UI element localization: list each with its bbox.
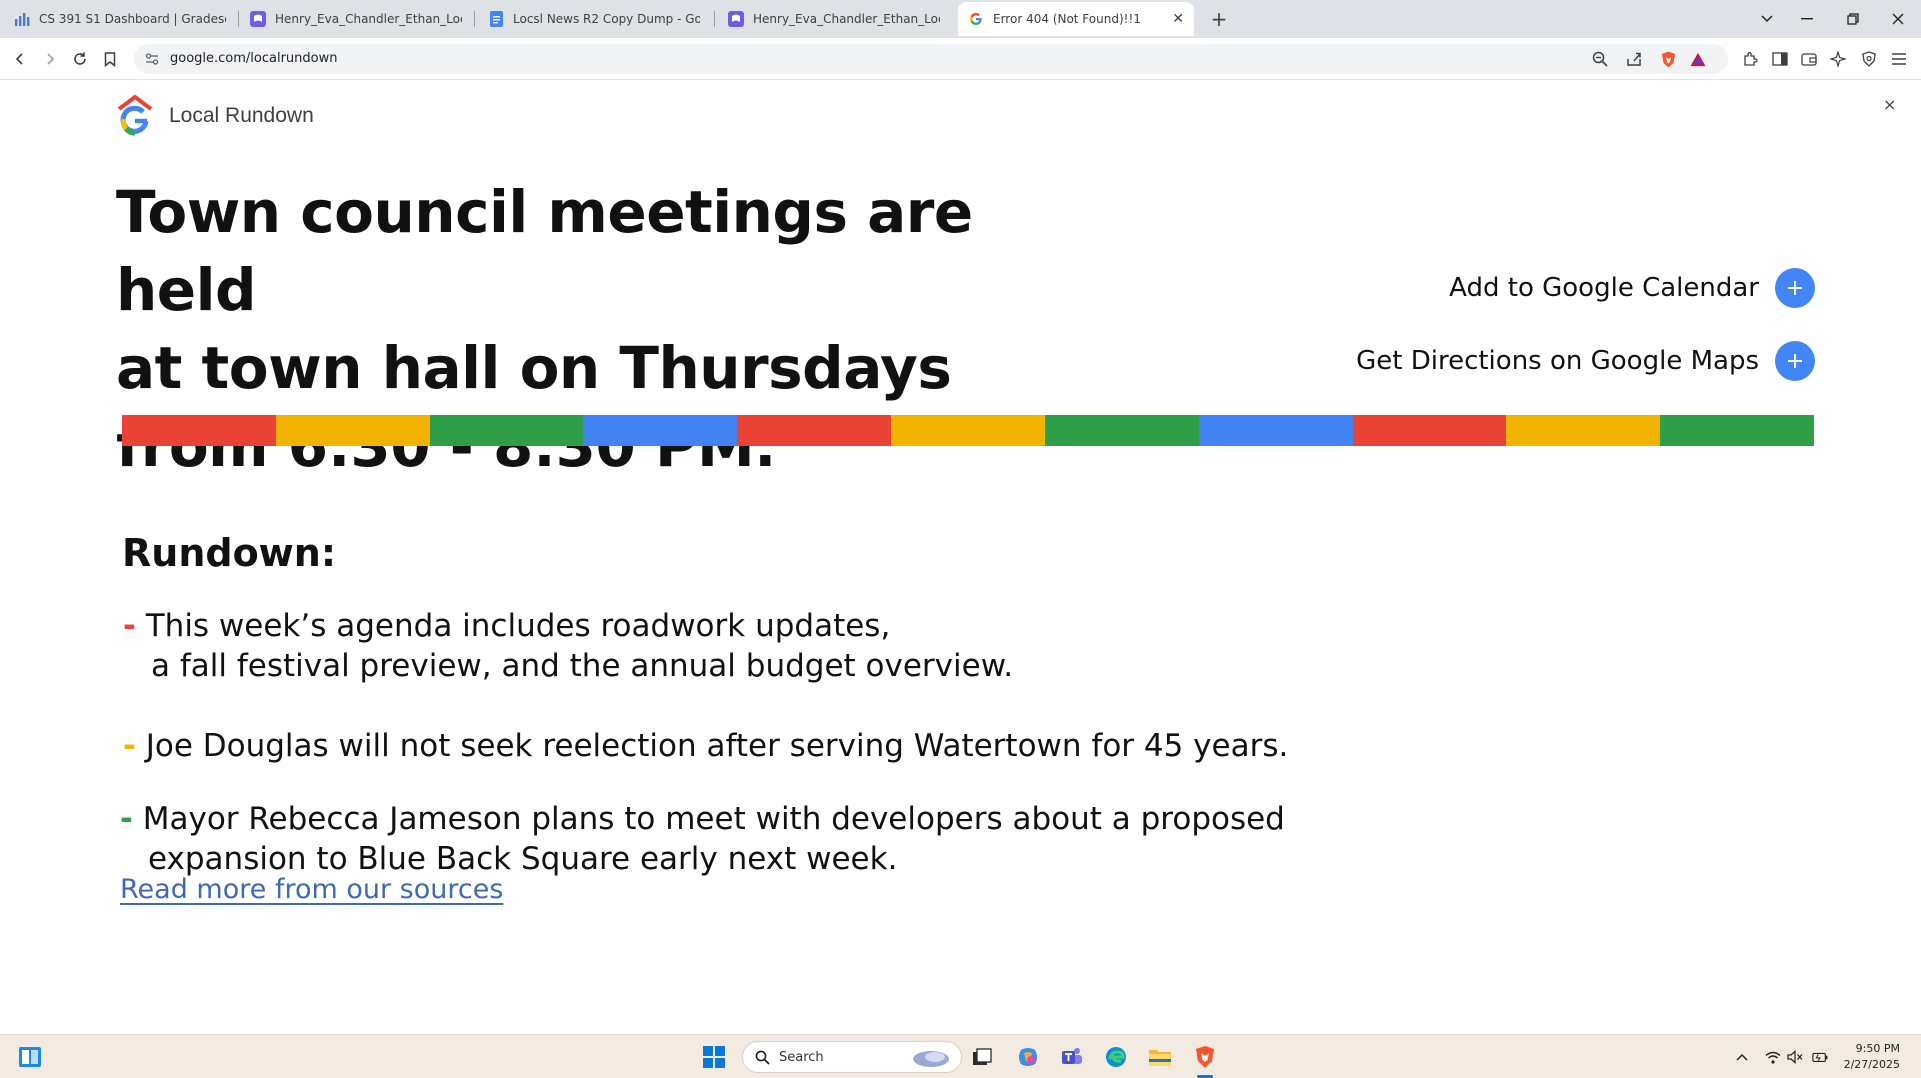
new-tab-button[interactable]: + [1206, 6, 1232, 32]
tab-label: Error 404 (Not Found)!!1 [993, 12, 1141, 26]
color-stripe-segment [429, 415, 584, 446]
address-bar[interactable]: google.com/localrundown [134, 44, 1728, 74]
clock-time: 9:50 PM [1855, 1042, 1900, 1055]
brave-rewards-icon[interactable] [1690, 51, 1706, 67]
wifi-icon[interactable] [1765, 1049, 1781, 1065]
rundown-heading: Rundown: [122, 531, 337, 575]
bullet-text: Joe Douglas will not seek reelection aft… [145, 728, 1289, 764]
tab-error-404[interactable]: Error 404 (Not Found)!!1 ✕ [958, 2, 1194, 36]
color-stripe-segment [122, 415, 276, 446]
volume-muted-icon[interactable] [1787, 1049, 1803, 1065]
figma-icon [728, 11, 744, 27]
rundown-bullet: - Joe Douglas will not seek reelection a… [123, 726, 1288, 766]
color-stripe-divider [122, 415, 1814, 446]
bullet-text: Mayor Rebecca Jameson plans to meet with… [142, 801, 1285, 837]
bullet-dash: - [120, 801, 133, 837]
brand-name: Local Rundown [169, 104, 314, 127]
tab-label: Henry_Eva_Chandler_Ethan_LocalNe [275, 12, 462, 26]
color-stripe-segment [1352, 415, 1507, 446]
plus-icon[interactable] [1775, 268, 1815, 308]
tab-label: Locsl News R2 Copy Dump - Google [513, 12, 700, 26]
close-tab-icon[interactable]: ✕ [1166, 11, 1184, 27]
bar-chart-icon [14, 11, 30, 27]
browser-toolbar: google.com/localrundown [0, 38, 1921, 80]
widgets-icon[interactable] [17, 1044, 43, 1070]
page-content: Local Rundown × Town council meetings ar… [0, 81, 1921, 1034]
tab-separator [714, 11, 715, 27]
wallet-icon[interactable] [1800, 50, 1818, 68]
color-stripe-segment [1506, 415, 1661, 446]
bullet-dash: - [123, 728, 136, 764]
search-icon [755, 1050, 770, 1069]
rundown-bullet: - This week’s agenda includes roadwork u… [123, 606, 1013, 686]
site-info-icon[interactable] [144, 51, 160, 67]
copilot-icon[interactable] [1015, 1044, 1041, 1070]
leo-ai-icon[interactable] [1829, 50, 1847, 68]
docs-icon [488, 11, 504, 27]
headline-line: Town council meetings are held [116, 178, 973, 324]
edge-icon[interactable] [1103, 1044, 1129, 1070]
page-close-button[interactable]: × [1883, 95, 1896, 114]
zoom-icon[interactable] [1592, 51, 1608, 67]
add-to-calendar-label: Add to Google Calendar [1449, 273, 1759, 303]
color-stripe-segment [891, 415, 1045, 446]
tab-figma-2[interactable]: Henry_Eva_Chandler_Ethan_LocalNe [718, 4, 950, 34]
bullet-text-continued: expansion to Blue Back Square early next… [148, 841, 898, 877]
tab-label: CS 391 S1 Dashboard | Gradescope [39, 12, 226, 26]
restore-icon[interactable] [1830, 0, 1876, 38]
url-text[interactable]: google.com/localrundown [170, 44, 338, 74]
add-to-calendar-button[interactable]: Add to Google Calendar [1449, 268, 1815, 308]
tab-figma-1[interactable]: Henry_Eva_Chandler_Ethan_LocalNe [240, 4, 472, 34]
share-icon[interactable] [1626, 51, 1642, 67]
tab-gradescope[interactable]: CS 391 S1 Dashboard | Gradescope [4, 4, 236, 34]
system-clock[interactable]: 9:50 PM 2/27/2025 [1820, 1041, 1900, 1073]
minimize-icon[interactable] [1784, 0, 1830, 38]
tab-strip: CS 391 S1 Dashboard | Gradescope Henry_E… [0, 0, 1921, 38]
color-stripe-segment [1660, 415, 1814, 446]
tab-docs[interactable]: Locsl News R2 Copy Dump - Google [478, 4, 710, 34]
color-stripe-segment [1044, 415, 1199, 446]
read-more-link[interactable]: Read more from our sources [120, 874, 503, 905]
file-explorer-icon[interactable] [1147, 1044, 1173, 1070]
color-stripe-segment [1198, 415, 1353, 446]
reload-icon[interactable] [68, 47, 92, 71]
taskbar-search[interactable]: Search [742, 1041, 962, 1073]
color-stripe-segment [583, 415, 738, 446]
menu-icon[interactable] [1890, 50, 1908, 68]
forward-icon[interactable] [38, 47, 62, 71]
windows-start-icon[interactable] [701, 1044, 727, 1070]
brand-header: Local Rundown [117, 95, 314, 137]
figma-icon [250, 11, 266, 27]
rundown-bullet: - Mayor Rebecca Jameson plans to meet wi… [120, 799, 1285, 879]
clock-date: 2/27/2025 [1843, 1058, 1900, 1071]
vpn-icon[interactable] [1860, 50, 1878, 68]
bullet-text-continued: a fall festival preview, and the annual … [151, 648, 1014, 684]
window-close-icon[interactable] [1875, 0, 1921, 38]
teams-icon[interactable] [1059, 1044, 1085, 1070]
task-view-icon[interactable] [969, 1044, 995, 1070]
brave-browser-icon[interactable] [1192, 1044, 1218, 1070]
color-stripe-segment [737, 415, 892, 446]
bullet-text: This week’s agenda includes roadwork upd… [145, 608, 891, 644]
brave-shields-icon[interactable] [1660, 51, 1676, 67]
extensions-icon[interactable] [1741, 50, 1759, 68]
windows-taskbar: Search 9:50 PM 2/27/2025 [0, 1034, 1921, 1078]
search-highlight-icon [909, 1046, 953, 1074]
plus-icon[interactable] [1775, 341, 1815, 381]
bullet-dash: - [123, 608, 136, 644]
tab-separator [238, 11, 239, 27]
headline-line: at town hall on Thursdays [116, 334, 952, 402]
get-directions-label: Get Directions on Google Maps [1356, 346, 1759, 376]
sidebar-icon[interactable] [1771, 50, 1789, 68]
color-stripe-segment [275, 415, 430, 446]
tab-separator [474, 11, 475, 27]
local-rundown-logo-icon [117, 95, 153, 136]
back-icon[interactable] [8, 47, 32, 71]
search-label: Search [779, 1050, 824, 1065]
bookmark-icon[interactable] [98, 47, 122, 71]
google-icon [968, 11, 984, 27]
get-directions-button[interactable]: Get Directions on Google Maps [1356, 341, 1815, 381]
tab-label: Henry_Eva_Chandler_Ethan_LocalNe [753, 12, 940, 26]
show-hidden-icons-icon[interactable] [1734, 1049, 1750, 1065]
